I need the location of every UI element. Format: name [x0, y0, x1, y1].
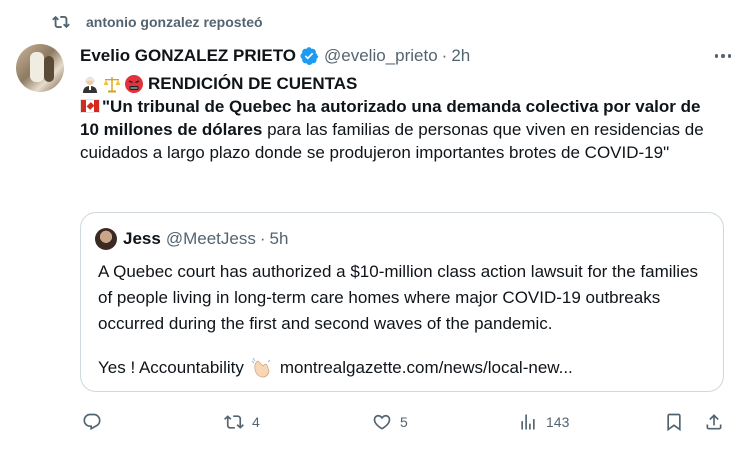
repost-button[interactable]: 4 [224, 412, 260, 432]
quote-author-name: Jess [123, 229, 161, 248]
quote-header: Jess @MeetJess · 5h [95, 227, 288, 251]
quoted-tweet[interactable]: Jess @MeetJess · 5h A Quebec court has a… [80, 212, 724, 392]
share-button[interactable] [704, 412, 724, 432]
clapping-hands-emoji [251, 357, 271, 378]
separator-dot: · [441, 46, 448, 65]
angry-face-emoji [125, 75, 143, 93]
verified-badge-icon[interactable] [299, 46, 319, 66]
author-name[interactable]: Evelio GONZALEZ PRIETO [80, 46, 296, 66]
judge-emoji [83, 77, 97, 93]
views-chart-icon [521, 414, 535, 430]
more-options-icon[interactable] [712, 46, 734, 66]
tweet-text: "Un tribunal de Quebec ha autorizado una… [80, 95, 720, 164]
repost-indicator[interactable]: antonio gonzalez reposteó [52, 10, 263, 34]
canada-flag-icon [80, 99, 100, 113]
bookmark-icon [667, 413, 681, 432]
quote-footer: Yes ! Accountability montrealgazette.com… [98, 357, 573, 379]
tweet-header: Evelio GONZALEZ PRIETO @evelio_prieto · … [80, 44, 732, 68]
reply-icon [83, 413, 101, 431]
bookmark-button[interactable] [664, 412, 684, 432]
author-handle[interactable]: @evelio_prieto [324, 46, 438, 66]
tweet-title-line: RENDICIÓN DE CUENTAS [80, 73, 730, 95]
quote-separator-dot: · [259, 229, 266, 248]
tweet-actions: 4 5 143 [80, 412, 730, 438]
quote-author-handle: @MeetJess [165, 229, 256, 248]
like-button[interactable]: 5 [372, 412, 408, 432]
views-count: 143 [546, 414, 570, 430]
tweet-time[interactable]: 2h [451, 46, 470, 66]
quote-footer-text: Yes ! Accountability [98, 358, 244, 377]
quote-text: A Quebec court has authorized a $10-mill… [98, 262, 699, 333]
author-avatar[interactable] [16, 44, 64, 92]
quote-link[interactable]: montrealgazette.com/news/local-new... [280, 358, 573, 378]
views-button[interactable]: 143 [518, 412, 569, 432]
repost-text: antonio gonzalez reposteó [86, 14, 263, 30]
repost-action-icon [224, 415, 244, 429]
repost-icon [52, 15, 70, 29]
share-icon [706, 414, 722, 430]
balance-scale-emoji [103, 77, 121, 93]
quote-avatar [95, 228, 117, 250]
heart-icon [373, 414, 391, 430]
like-count: 5 [400, 414, 408, 430]
tweet-title: RENDICIÓN DE CUENTAS [148, 74, 358, 93]
reply-button[interactable] [82, 412, 102, 432]
repost-count: 4 [252, 414, 260, 430]
quote-time: 5h [269, 229, 289, 248]
tweet-content: Evelio GONZALEZ PRIETO @evelio_prieto · … [80, 44, 732, 392]
